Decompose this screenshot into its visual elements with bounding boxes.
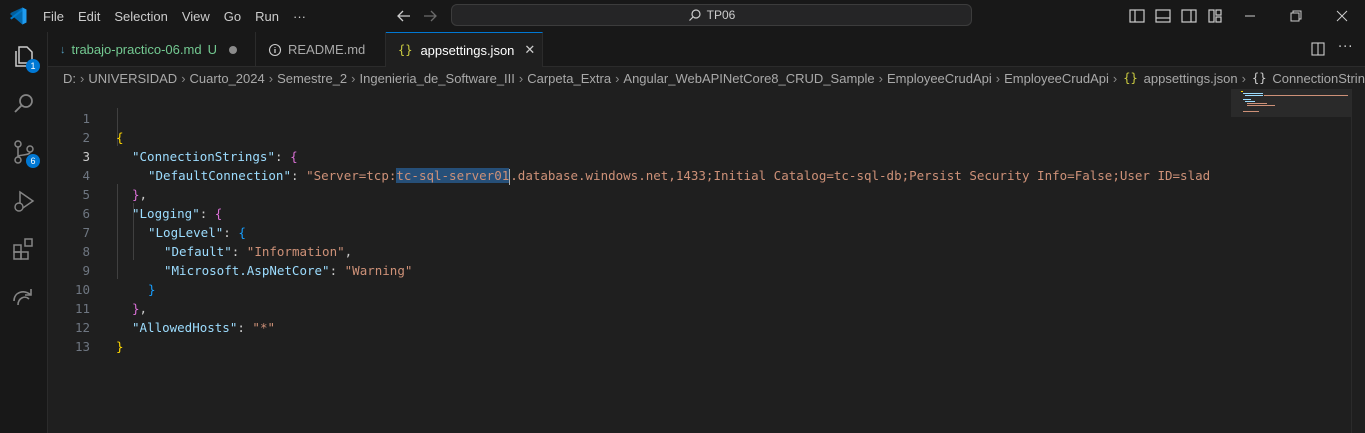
explorer-badge: 1 — [26, 59, 40, 73]
code-line: 1 { — [48, 90, 1231, 145]
symbol-object-icon: {} — [1251, 71, 1267, 85]
brace: } — [116, 339, 124, 354]
minimize-icon[interactable] — [1240, 6, 1260, 26]
editor-tab-bar: ↓ trabajo-practico-06.md U README.md {} … — [48, 32, 1365, 67]
menu-view[interactable]: View — [175, 9, 217, 24]
code-line: 2 "ConnectionStrings": { — [48, 109, 1231, 164]
tab-appsettings[interactable]: {} appsettings.json ✕ — [386, 32, 543, 67]
modified-dot-icon[interactable] — [228, 45, 237, 54]
menu-selection[interactable]: Selection — [107, 9, 174, 24]
breadcrumb-item[interactable]: EmployeeCrudApi — [1004, 71, 1109, 86]
remote-explorer-icon[interactable] — [10, 283, 38, 311]
code-line: 6 "LogLevel": { — [48, 185, 1231, 240]
code-line: 5 "Logging": { — [48, 166, 1231, 221]
code-editor[interactable]: 1 { 2 "ConnectionStrings": { 3 "DefaultC… — [48, 89, 1231, 433]
tab-label: trabajo-practico-06.md — [71, 42, 202, 57]
json-braces-icon: {} — [398, 43, 413, 57]
line-number: 13 — [74, 339, 90, 354]
forward-arrow-icon[interactable] — [421, 7, 439, 25]
code-line: 4 }, — [48, 147, 1231, 202]
breadcrumb: D: › UNIVERSIDAD › Cuarto_2024 › Semestre_2… — [48, 67, 1365, 89]
breadcrumb-item[interactable]: ConnectionStrings — [1272, 71, 1365, 86]
search-icon[interactable] — [10, 90, 38, 118]
menu-more[interactable]: ··· — [286, 9, 313, 24]
activity-bar: 1 6 — [0, 32, 48, 433]
markdown-icon: ↓ — [60, 43, 66, 56]
info-icon — [268, 43, 282, 56]
title-bar: File Edit Selection View Go Run ··· TP06 — [0, 0, 1365, 32]
more-actions-icon[interactable]: ··· — [1338, 40, 1353, 55]
restore-icon[interactable] — [1286, 6, 1306, 26]
vertical-scrollbar[interactable] — [1351, 89, 1365, 433]
code-line-current: 3 "DefaultConnection": "Server=tcp:tc-sq… — [48, 128, 1231, 185]
chevron-right-icon: › — [1112, 70, 1118, 86]
chevron-right-icon: › — [80, 70, 85, 86]
minimap-line — [1243, 93, 1263, 94]
minimap-line — [1243, 111, 1259, 112]
menu-run[interactable]: Run — [248, 9, 286, 24]
breadcrumb-item[interactable]: Carpeta_Extra — [527, 71, 611, 86]
breadcrumb-item[interactable]: EmployeeCrudApi — [887, 71, 992, 86]
toggle-secondary-sidebar-icon[interactable] — [1179, 6, 1199, 26]
tab-readme[interactable]: README.md — [256, 32, 386, 67]
back-arrow-icon[interactable] — [395, 7, 413, 25]
chevron-right-icon: › — [268, 70, 274, 86]
command-center-search[interactable]: TP06 — [451, 4, 972, 26]
minimap-line — [1247, 105, 1275, 106]
tab-untracked-status: U — [207, 42, 217, 57]
chevron-right-icon: › — [181, 70, 186, 86]
minimap[interactable] — [1231, 89, 1351, 433]
minimap-line — [1243, 99, 1251, 100]
tab-label: appsettings.json — [420, 42, 515, 58]
customize-layout-icon[interactable] — [1205, 6, 1225, 26]
breadcrumb-item[interactable]: UNIVERSIDAD — [88, 71, 177, 86]
code-line: 12 } — [48, 299, 1231, 354]
split-editor-icon[interactable] — [1310, 41, 1326, 57]
menu-file[interactable]: File — [36, 9, 71, 24]
minimap-line — [1247, 103, 1267, 104]
breadcrumb-item[interactable]: D: — [63, 71, 76, 86]
extensions-icon[interactable] — [10, 235, 38, 263]
vscode-logo-icon — [10, 7, 27, 25]
breadcrumb-item[interactable]: Angular_WebAPINetCore8_CRUD_Sample — [623, 71, 874, 86]
chevron-right-icon: › — [995, 70, 1001, 86]
breadcrumb-item[interactable]: Ingenieria_de_Software_III — [360, 71, 515, 86]
tab-trabajo-practico[interactable]: ↓ trabajo-practico-06.md U — [48, 32, 256, 67]
json-braces-icon: {} — [1123, 71, 1138, 85]
chevron-right-icon: › — [351, 70, 356, 86]
menu-edit[interactable]: Edit — [71, 9, 107, 24]
search-icon — [688, 9, 701, 21]
chevron-right-icon: › — [878, 70, 883, 86]
code-line: 10 }, — [48, 261, 1231, 316]
close-window-icon[interactable] — [1332, 6, 1352, 26]
minimap-line — [1245, 95, 1263, 96]
code-line: 13 — [48, 318, 1231, 354]
code-line: 8 "Microsoft.AspNetCore": "Warning" — [48, 223, 1231, 278]
menu-bar: File Edit Selection View Go Run ··· — [36, 0, 313, 32]
toggle-panel-icon[interactable] — [1153, 6, 1173, 26]
source-control-badge: 6 — [26, 154, 40, 168]
chevron-right-icon: › — [615, 70, 620, 86]
breadcrumb-item[interactable]: Cuarto_2024 — [190, 71, 265, 86]
minimap-line — [1241, 91, 1243, 92]
toggle-primary-sidebar-icon[interactable] — [1127, 6, 1147, 26]
code-line: 11 "AllowedHosts": "*" — [48, 280, 1231, 335]
minimap-line — [1264, 95, 1348, 96]
run-and-debug-icon[interactable] — [10, 187, 38, 215]
minimap-line — [1245, 101, 1255, 102]
tab-label: README.md — [288, 42, 366, 57]
code-line: 7 "Default": "Information", — [48, 204, 1231, 259]
chevron-right-icon: › — [1241, 70, 1246, 86]
chevron-right-icon: › — [518, 70, 524, 86]
breadcrumb-item[interactable]: appsettings.json — [1144, 71, 1238, 86]
command-center-text: TP06 — [706, 8, 736, 22]
close-tab-icon[interactable]: ✕ — [524, 42, 535, 58]
menu-go[interactable]: Go — [217, 9, 248, 24]
code-line: 9 } — [48, 242, 1231, 297]
breadcrumb-item[interactable]: Semestre_2 — [277, 71, 347, 86]
